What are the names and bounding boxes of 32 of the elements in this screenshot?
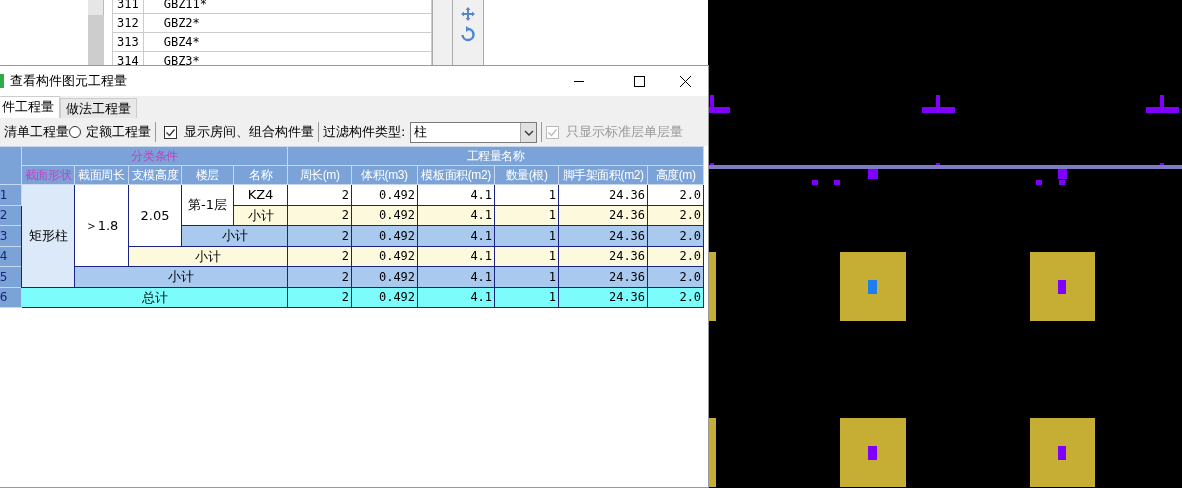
checkbox-label: 只显示标准层单层量 — [566, 123, 684, 142]
row-number: 4 — [0, 246, 22, 267]
radio-label[interactable]: 清单工程量 — [4, 122, 69, 142]
scrollbar[interactable] — [432, 0, 452, 65]
row-number: 2 — [0, 205, 22, 226]
checkbox-label: 显示房间、组合构件量 — [184, 123, 314, 142]
row-number: 6 — [0, 287, 22, 308]
filter-dropdown[interactable]: 柱 — [410, 121, 538, 143]
table-cell: 矩形柱 — [21, 184, 75, 287]
table-cell: 第-1层 — [181, 184, 234, 226]
move-icon[interactable] — [460, 6, 476, 22]
row-number: 1 — [0, 184, 22, 205]
checkbox[interactable] — [164, 125, 177, 139]
row-number: 5 — [0, 266, 22, 287]
table-cell: 2.05 — [128, 184, 182, 246]
maximize-icon — [633, 75, 645, 87]
filter-label: 过滤构件类型: — [323, 123, 406, 142]
window-icon — [0, 74, 4, 88]
table-cell: ＞1.8 — [74, 184, 129, 267]
window-title: 查看构件图元工程量 — [10, 72, 127, 91]
scrollbar[interactable] — [88, 0, 104, 65]
dropdown-button[interactable] — [520, 122, 537, 142]
radio-label[interactable]: 定额工程量 — [86, 122, 151, 142]
column-group-header: 分类条件 — [21, 146, 288, 166]
tab[interactable]: 件工程量 — [0, 96, 60, 118]
table-cell: 总计 — [21, 287, 288, 308]
close-icon — [679, 75, 691, 87]
tab[interactable]: 做法工程量 — [60, 98, 137, 118]
row-number: 3 — [0, 225, 22, 246]
rotate-icon[interactable] — [461, 26, 475, 42]
column-group-header: 工程量名称 — [287, 146, 704, 166]
radio-button[interactable] — [69, 126, 81, 138]
